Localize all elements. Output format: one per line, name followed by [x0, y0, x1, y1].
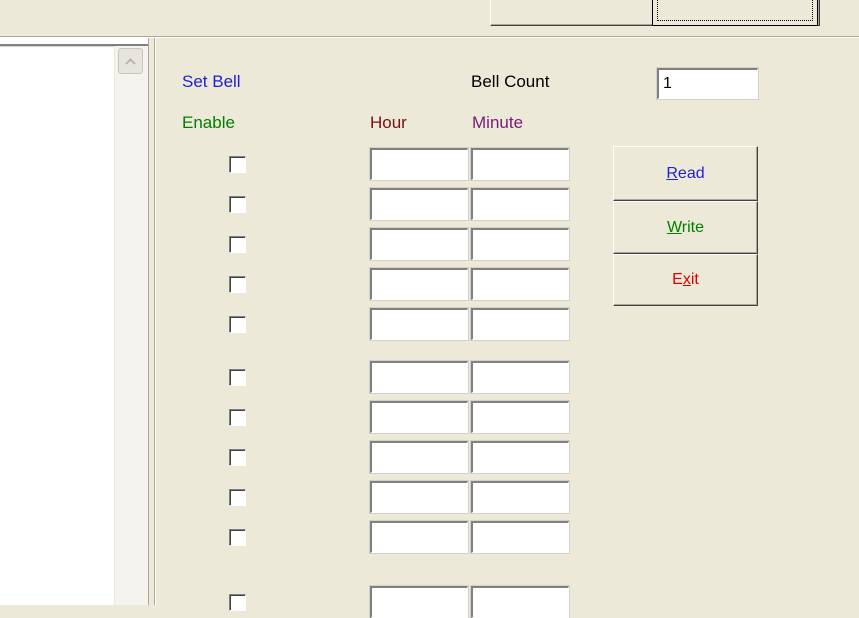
minute-column-header: Minute: [472, 113, 524, 132]
enable-checkbox[interactable]: [229, 236, 246, 253]
enable-checkbox[interactable]: [229, 196, 246, 213]
minute-input[interactable]: [470, 307, 570, 341]
minute-input[interactable]: [470, 267, 570, 301]
minute-input[interactable]: [470, 360, 570, 394]
read-button[interactable]: Read: [613, 146, 758, 201]
enable-checkbox[interactable]: [229, 276, 246, 293]
hour-input[interactable]: [369, 585, 469, 618]
minute-input[interactable]: [470, 187, 570, 221]
enable-checkbox[interactable]: [229, 594, 246, 611]
set-bell-label: Set Bell: [182, 72, 241, 91]
vertical-scrollbar[interactable]: [114, 46, 148, 605]
read-button-label: Read: [666, 164, 705, 182]
hour-input[interactable]: [369, 307, 469, 341]
write-button-label: Write: [666, 218, 705, 236]
enable-checkbox[interactable]: [229, 409, 246, 426]
enable-checkbox[interactable]: [229, 529, 246, 546]
hour-input[interactable]: [369, 400, 469, 434]
hour-input[interactable]: [369, 520, 469, 554]
enable-column-header: Enable: [182, 113, 235, 132]
hour-input[interactable]: [369, 267, 469, 301]
hour-input[interactable]: [369, 440, 469, 474]
focus-rectangle: [657, 0, 813, 21]
minute-input[interactable]: [470, 227, 570, 261]
hour-column-header: Hour: [370, 113, 407, 132]
top-button-focused[interactable]: [652, 0, 818, 26]
exit-button[interactable]: Exit: [613, 254, 758, 306]
enable-checkbox[interactable]: [229, 489, 246, 506]
minute-input[interactable]: [470, 400, 570, 434]
exit-button-label: Exit: [672, 271, 699, 288]
chevron-up-icon: [125, 57, 136, 65]
enable-checkbox[interactable]: [229, 449, 246, 466]
panel-edge: [154, 38, 156, 605]
minute-input[interactable]: [470, 147, 570, 181]
minute-input[interactable]: [470, 585, 570, 618]
scroll-up-button[interactable]: [118, 48, 143, 74]
hour-input[interactable]: [369, 187, 469, 221]
enable-checkbox[interactable]: [229, 369, 246, 386]
write-button[interactable]: Write: [613, 201, 758, 254]
bell-count-label: Bell Count: [471, 72, 550, 91]
hour-input[interactable]: [369, 147, 469, 181]
minute-input[interactable]: [470, 480, 570, 514]
hour-input[interactable]: [369, 480, 469, 514]
enable-checkbox[interactable]: [229, 316, 246, 333]
minute-input[interactable]: [470, 520, 570, 554]
pane-splitter[interactable]: [148, 38, 153, 605]
minute-input[interactable]: [470, 440, 570, 474]
hour-input[interactable]: [369, 360, 469, 394]
enable-checkbox[interactable]: [229, 156, 246, 173]
bell-count-input[interactable]: [656, 67, 759, 100]
hour-input[interactable]: [369, 227, 469, 261]
